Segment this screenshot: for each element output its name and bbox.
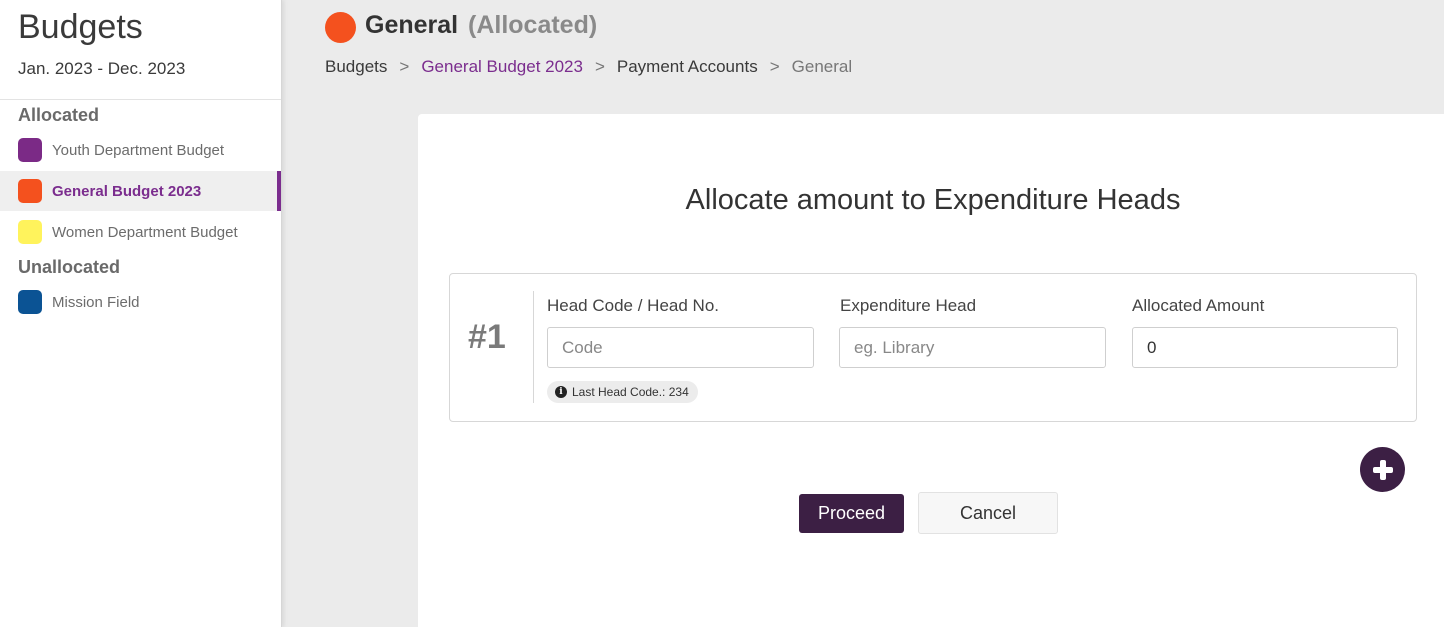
add-row-button[interactable] bbox=[1360, 447, 1405, 492]
section-allocated-title: Allocated bbox=[18, 105, 100, 125]
expenditure-head-label: Expenditure Head bbox=[840, 296, 977, 315]
breadcrumb: Budgets > General Budget 2023 > Payment … bbox=[325, 57, 852, 77]
sidebar-item-general-budget-2023[interactable]: General Budget 2023 bbox=[0, 171, 281, 211]
budget-color-swatch bbox=[18, 179, 42, 203]
proceed-button[interactable]: Proceed bbox=[799, 494, 904, 533]
last-head-code-text: Last Head Code.: 234 bbox=[572, 385, 689, 399]
budget-period: Jan. 2023 - Dec. 2023 bbox=[18, 59, 186, 78]
form-heading: Allocate amount to Expenditure Heads bbox=[685, 184, 1181, 216]
head-code-input[interactable] bbox=[547, 327, 814, 368]
row-divider bbox=[533, 291, 534, 403]
sidebar-item-youth-department-budget[interactable]: Youth Department Budget bbox=[0, 130, 281, 170]
sidebar-item-label: General Budget 2023 bbox=[52, 182, 202, 200]
budget-color-swatch bbox=[18, 138, 42, 162]
budget-status-dot bbox=[325, 12, 356, 43]
breadcrumb-separator: > bbox=[399, 57, 410, 76]
breadcrumb-payment-accounts[interactable]: Payment Accounts bbox=[617, 57, 758, 77]
sidebar-item-label: Women Department Budget bbox=[52, 223, 238, 241]
section-unallocated-title: Unallocated bbox=[18, 257, 121, 277]
allocated-amount-input[interactable] bbox=[1132, 327, 1398, 368]
allocation-status: (Allocated) bbox=[468, 11, 598, 39]
sidebar-item-label: Youth Department Budget bbox=[52, 141, 225, 159]
breadcrumb-separator: > bbox=[769, 57, 780, 76]
sidebar: Budgets Jan. 2023 - Dec. 2023 Allocated … bbox=[0, 0, 282, 627]
last-head-code-hint: i Last Head Code.: 234 bbox=[547, 381, 698, 403]
head-code-label: Head Code / Head No. bbox=[547, 296, 719, 315]
breadcrumb-separator: > bbox=[594, 57, 605, 76]
plus-icon bbox=[1372, 459, 1393, 480]
breadcrumb-general-budget-2023[interactable]: General Budget 2023 bbox=[421, 57, 583, 77]
budget-color-swatch bbox=[18, 290, 42, 314]
sidebar-title: Budgets bbox=[18, 8, 143, 46]
sidebar-divider bbox=[0, 99, 281, 100]
page-title: General bbox=[365, 11, 459, 39]
sidebar-item-label: Mission Field bbox=[52, 293, 140, 311]
breadcrumb-current: General bbox=[791, 57, 853, 76]
expenditure-head-input[interactable] bbox=[839, 327, 1106, 368]
budget-color-swatch bbox=[18, 220, 42, 244]
info-icon: i bbox=[555, 386, 567, 398]
sidebar-item-women-department-budget[interactable]: Women Department Budget bbox=[0, 212, 281, 252]
allocated-amount-label: Allocated Amount bbox=[1132, 296, 1265, 315]
cancel-button[interactable]: Cancel bbox=[918, 492, 1058, 534]
row-number: #1 bbox=[468, 318, 506, 356]
sidebar-item-mission-field[interactable]: Mission Field bbox=[0, 282, 281, 322]
breadcrumb-budgets[interactable]: Budgets bbox=[325, 57, 387, 77]
